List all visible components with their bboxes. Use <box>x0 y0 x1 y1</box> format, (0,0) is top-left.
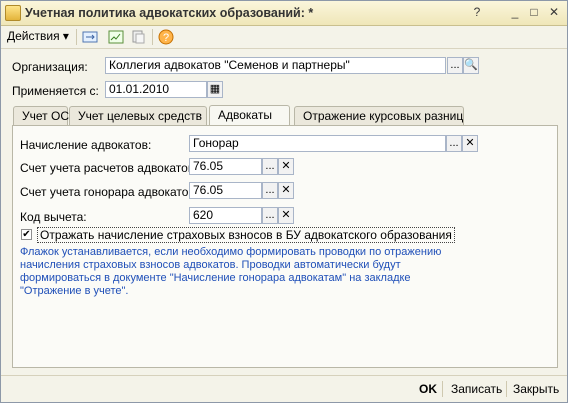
tab-uchet-os[interactable]: Учет ОС <box>13 106 69 125</box>
help-note-line: формироваться в документе "Начисление го… <box>20 272 411 284</box>
clear-icon[interactable]: ✕ <box>278 158 294 175</box>
copy-icon[interactable] <box>130 29 146 45</box>
actions-menu[interactable]: Действия ▾ <box>7 29 69 43</box>
help-icon[interactable]: ? <box>158 29 174 45</box>
organization-input[interactable]: Коллегия адвокатов "Семенов и партнеры" <box>105 57 446 74</box>
calendar-icon[interactable]: ▦ <box>207 81 223 98</box>
clear-icon[interactable]: ✕ <box>278 182 294 199</box>
footer-separator <box>442 381 443 397</box>
window-title: Учетная политика адвокатских образований… <box>25 6 314 20</box>
search-icon[interactable]: 🔍 <box>463 57 479 74</box>
app-icon <box>5 5 21 21</box>
deduction-code-input[interactable]: 620 <box>189 207 262 224</box>
save-button[interactable]: Записать <box>451 382 502 396</box>
insurance-checkbox[interactable]: ✔ <box>21 229 32 240</box>
tab-lawyers[interactable]: Адвокаты <box>209 105 290 126</box>
settlement-account-label: Счет учета расчетов адвокатов: <box>20 161 198 175</box>
ellipsis-button[interactable]: ... <box>262 182 278 199</box>
accrual-label: Начисление адвокатов: <box>20 138 152 152</box>
accrual-input[interactable]: Гонорар <box>189 135 446 152</box>
close-icon[interactable]: ✕ <box>546 4 562 20</box>
tab-currency-differences[interactable]: Отражение курсовых разниц <box>294 106 464 125</box>
maximize-icon[interactable]: □ <box>526 4 542 20</box>
titlebar: Учетная политика адвокатских образований… <box>1 1 567 26</box>
help-note: Флажок устанавливается, если необходимо … <box>20 246 441 298</box>
help-note-line: Флажок устанавливается, если необходимо … <box>20 246 442 258</box>
help-note-line: "Отражение в учете". <box>20 285 129 297</box>
clear-icon[interactable]: ✕ <box>462 135 478 152</box>
window: Учетная политика адвокатских образований… <box>0 0 568 403</box>
footer: OK Записать Закрыть <box>1 375 567 403</box>
chart-icon[interactable] <box>108 29 124 45</box>
clear-icon[interactable]: ✕ <box>278 207 294 224</box>
ellipsis-button[interactable]: ... <box>447 57 463 74</box>
toolbar: Действия ▾ ? <box>1 26 567 49</box>
exchange-icon[interactable] <box>82 29 98 45</box>
help-title-icon[interactable]: ? <box>469 4 485 20</box>
date-input[interactable]: 01.01.2010 <box>105 81 207 98</box>
help-note-line: начисления страховых взносов адвокатов. … <box>20 259 401 271</box>
ellipsis-button[interactable]: ... <box>262 158 278 175</box>
tab-target-funds[interactable]: Учет целевых средств <box>69 106 207 125</box>
toolbar-separator <box>76 29 77 45</box>
date-label: Применяется с: <box>12 84 99 98</box>
insurance-checkbox-label[interactable]: Отражать начисление страховых взносов в … <box>37 227 455 243</box>
close-button[interactable]: Закрыть <box>513 382 559 396</box>
minimize-icon[interactable]: _ <box>507 4 523 20</box>
svg-text:?: ? <box>163 32 169 44</box>
footer-separator <box>506 381 507 397</box>
ellipsis-button[interactable]: ... <box>262 207 278 224</box>
organization-label: Организация: <box>12 60 88 74</box>
toolbar-separator <box>152 29 153 45</box>
ellipsis-button[interactable]: ... <box>446 135 462 152</box>
fee-account-label: Счет учета гонорара адвокатов: <box>20 185 199 199</box>
deduction-code-label: Код вычета: <box>20 210 87 224</box>
fee-account-input[interactable]: 76.05 <box>189 182 262 199</box>
lawyers-panel: Начисление адвокатов: Гонорар ... ✕ Счет… <box>12 125 558 368</box>
ok-button[interactable]: OK <box>419 382 437 396</box>
settlement-account-input[interactable]: 76.05 <box>189 158 262 175</box>
